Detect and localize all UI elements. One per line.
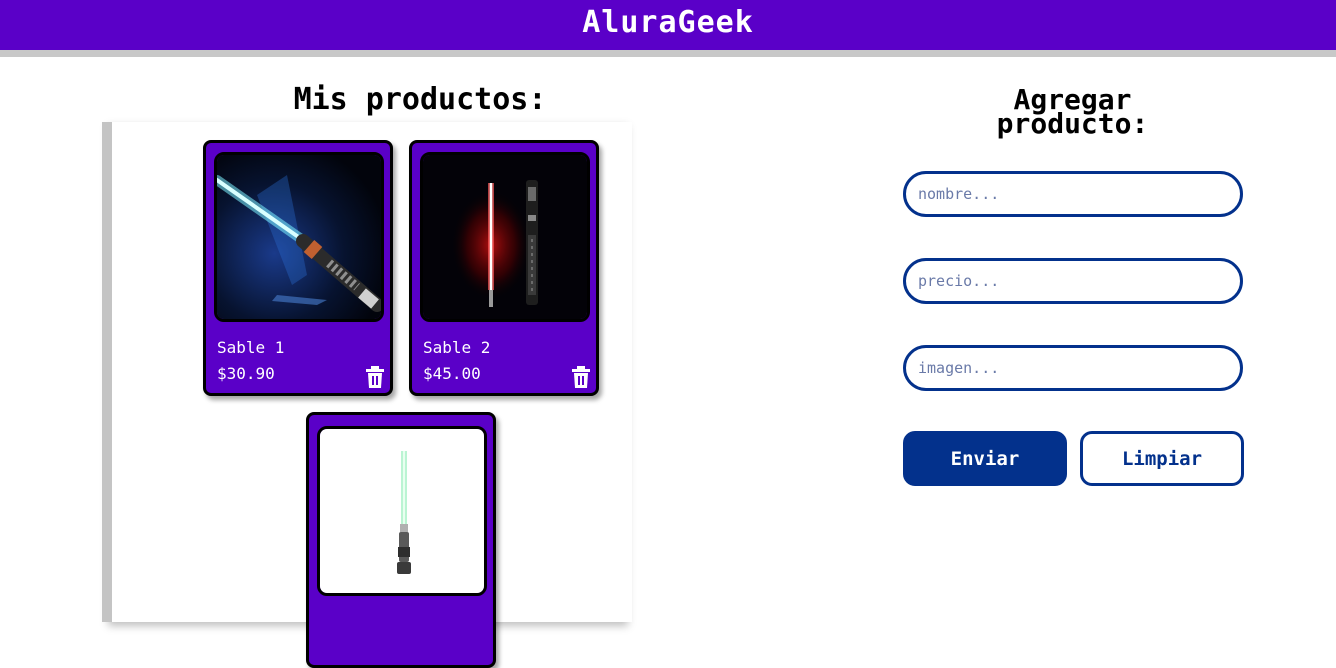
clear-button[interactable]: Limpiar (1080, 431, 1244, 486)
product-card: Sable 1 $30.90 (203, 140, 393, 396)
red-lightsaber-image (423, 155, 587, 319)
products-title: Mis productos: (293, 82, 547, 117)
price-input[interactable] (903, 258, 1243, 304)
product-image (420, 152, 590, 322)
product-name: Sable 1 (217, 338, 285, 357)
image-input[interactable] (903, 345, 1243, 391)
product-card: Sable 2 $45.00 (409, 140, 599, 396)
product-price: $30.90 (217, 364, 275, 383)
trash-icon[interactable] (571, 366, 591, 388)
brand-logo[interactable]: AluraGeek (582, 5, 754, 40)
form-title: Agregar producto: (900, 86, 1245, 138)
product-image (214, 152, 384, 322)
products-panel: Sable 1 $30.90 Sable 2 $45.00 (112, 122, 632, 668)
trash-icon[interactable] (365, 366, 385, 388)
product-image (317, 426, 487, 596)
product-price: $45.00 (423, 364, 481, 383)
site-header: AluraGeek (0, 0, 1336, 57)
submit-button[interactable]: Enviar (903, 431, 1067, 486)
name-input[interactable] (903, 171, 1243, 217)
product-name: Sable 2 (423, 338, 491, 357)
blue-lightsaber-image (217, 155, 381, 319)
form-title-line2: producto: (996, 107, 1149, 140)
green-lightsaber-image (320, 429, 484, 593)
product-card (306, 412, 496, 668)
